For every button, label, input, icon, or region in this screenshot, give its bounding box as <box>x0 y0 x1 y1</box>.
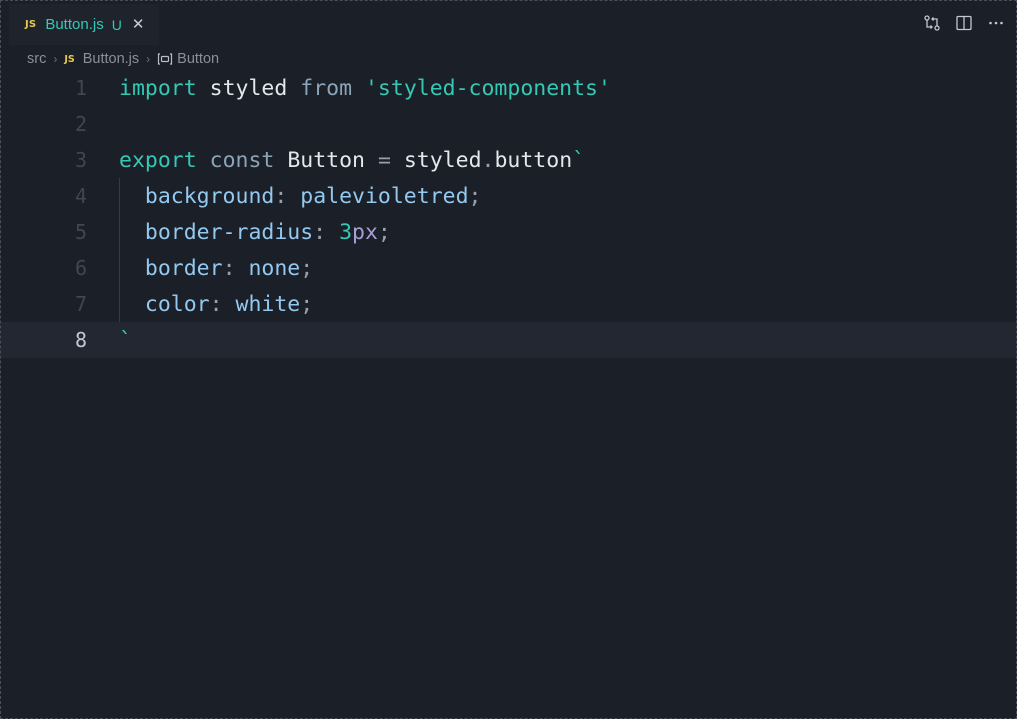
code-token: styled <box>403 147 482 173</box>
line-number: 7 <box>74 292 87 316</box>
line-number: 5 <box>74 220 87 244</box>
code-token: ` <box>572 147 586 173</box>
code-token: button <box>494 147 573 173</box>
code-token: ; <box>377 219 391 245</box>
code-token: 'styled-components' <box>364 75 611 101</box>
code-line[interactable]: 1 import styled from 'styled-components' <box>1 70 1016 106</box>
code-text: export const Button = styled.button` <box>119 148 585 173</box>
symbol-variable-icon <box>157 52 173 66</box>
code-token: : <box>313 219 327 245</box>
code-token: : <box>222 255 236 281</box>
code-token: border-radius <box>144 219 314 245</box>
code-line[interactable]: 2 <box>1 106 1016 142</box>
code-text: border-radius: 3px; <box>119 220 391 245</box>
code-text: ` <box>119 328 132 353</box>
line-number: 2 <box>74 112 87 136</box>
code-token: ; <box>300 291 314 317</box>
code-token: . <box>481 147 495 173</box>
code-token: px <box>352 219 378 245</box>
code-line[interactable]: 6 border: none; <box>1 250 1016 286</box>
tab-title: Button.js <box>45 16 104 33</box>
line-number: 8 <box>74 328 87 352</box>
breadcrumb-symbol[interactable]: Button <box>177 51 219 67</box>
code-token: none <box>248 255 301 281</box>
code-token: ; <box>468 183 482 209</box>
code-token: import <box>119 75 197 101</box>
breadcrumb: src › JS Button.js › Button <box>27 49 219 69</box>
line-number: 3 <box>74 148 87 172</box>
code-token: 3 <box>339 219 353 245</box>
code-token: export <box>119 147 197 173</box>
indent-guide <box>119 178 120 322</box>
code-token: = <box>377 147 391 173</box>
chevron-right-icon: › <box>146 52 151 66</box>
untracked-status-badge: U <box>111 16 122 33</box>
chevron-right-icon: › <box>53 52 58 66</box>
line-number: 4 <box>74 184 87 208</box>
code-token: background <box>144 183 275 209</box>
code-token: : <box>274 183 288 209</box>
code-text: border: none; <box>119 256 313 281</box>
code-line[interactable]: 5 border-radius: 3px; <box>1 214 1016 250</box>
line-number: 6 <box>74 256 87 280</box>
code-token: palevioletred <box>300 183 469 209</box>
code-text: background: palevioletred; <box>119 183 482 209</box>
code-token: styled <box>209 75 288 101</box>
code-line[interactable]: 4 background: palevioletred; <box>1 178 1016 214</box>
code-token: ` <box>119 327 132 353</box>
compare-changes-icon[interactable] <box>916 12 948 34</box>
breadcrumb-file[interactable]: Button.js <box>83 51 139 67</box>
code-editor[interactable]: 1 import styled from 'styled-components' 2… <box>1 70 1016 718</box>
code-token: color <box>144 291 210 317</box>
code-token: ; <box>300 255 314 281</box>
editor-actions <box>916 12 1012 34</box>
code-token: : <box>209 291 223 317</box>
code-text: import styled from 'styled-components' <box>119 76 611 101</box>
breadcrumb-folder[interactable]: src <box>27 51 46 67</box>
code-text: color: white; <box>119 292 313 317</box>
split-editor-icon[interactable] <box>948 12 980 34</box>
code-token: const <box>209 147 275 173</box>
code-line[interactable]: 8 ` <box>1 322 1016 358</box>
tab-bar: JS Button.js U ✕ <box>1 1 1016 45</box>
tab-button-js[interactable]: JS Button.js U ✕ <box>9 4 159 45</box>
code-line[interactable]: 3 export const Button = styled.button` <box>1 142 1016 178</box>
js-file-icon: JS <box>64 53 75 65</box>
more-actions-icon[interactable] <box>980 12 1012 34</box>
close-icon[interactable]: ✕ <box>132 17 145 32</box>
code-token: Button <box>287 147 365 173</box>
editor-window: JS Button.js U ✕ src › JS Button.js › Bu… <box>0 0 1017 719</box>
code-token: white <box>235 291 301 317</box>
line-number: 1 <box>74 76 87 100</box>
js-file-icon: JS <box>25 19 37 30</box>
code-token: border <box>144 255 223 281</box>
code-token: from <box>300 75 353 101</box>
code-line[interactable]: 7 color: white; <box>1 286 1016 322</box>
